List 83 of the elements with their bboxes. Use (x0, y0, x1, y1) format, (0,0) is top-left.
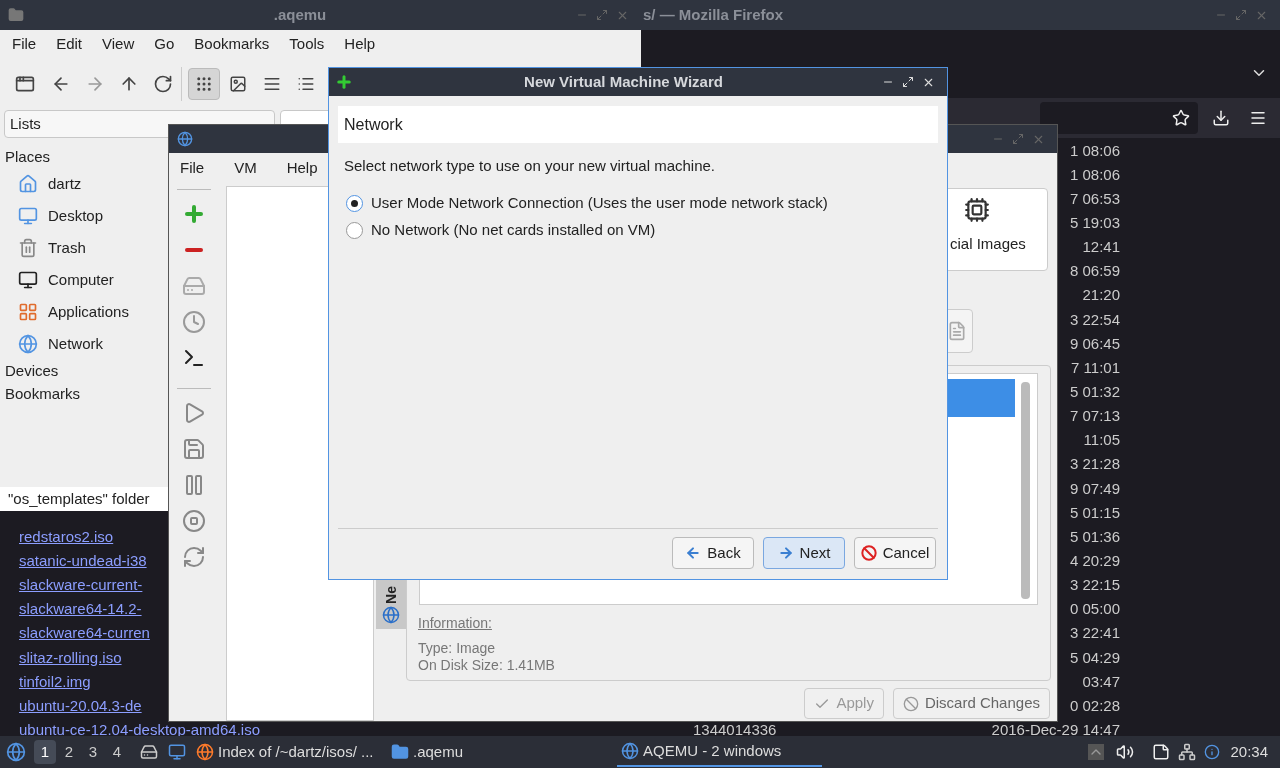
file-date: 5 01:36 (1069, 527, 1120, 545)
file-link[interactable]: ubuntu-ce-12.04-desktop-amd64.iso (19, 720, 260, 738)
menu-item[interactable]: VM (234, 156, 257, 180)
place-item[interactable]: Trash (5, 232, 86, 264)
file-date: 0 02:28 (1069, 696, 1120, 714)
window-title: .aqemu (273, 4, 327, 25)
file-date: 11:05 (1083, 431, 1120, 449)
place-item[interactable]: Desktop (5, 200, 104, 232)
file-date: 7 06:53 (1069, 189, 1120, 207)
menu-item[interactable]: File (12, 33, 37, 56)
place-label: Desktop (48, 205, 104, 226)
file-link[interactable]: slitaz-rolling.iso (19, 648, 122, 666)
info-text: On Disk Size: 1.41MB (418, 657, 555, 674)
file-date: 1 08:06 (1069, 141, 1120, 159)
file-link[interactable]: tinfoil2.img (19, 672, 91, 690)
place-item[interactable]: Network (5, 328, 103, 360)
task-button[interactable]: AQEMU - 2 windows (617, 737, 822, 767)
prompt-text: Select network type to use on your new virtual machine. (344, 156, 717, 176)
page-header: Network (338, 106, 938, 143)
menu-item[interactable]: File (180, 156, 205, 180)
file-date: 5 04:29 (1069, 648, 1120, 666)
file-date: 5 01:15 (1069, 503, 1120, 521)
file-date: 03:47 (1082, 672, 1120, 690)
file-link[interactable]: slackware64-curren (19, 624, 150, 642)
place-item[interactable]: Applications (5, 296, 129, 328)
file-date: 5 01:32 (1069, 382, 1120, 400)
wizard-button[interactable]: Cancel (854, 537, 936, 569)
place-item[interactable]: Computer (5, 264, 114, 296)
file-date: 3 21:28 (1069, 455, 1120, 473)
file-date: 7 11:01 (1071, 358, 1120, 376)
file-date: 12:41 (1082, 238, 1120, 256)
section-heading: Places (5, 147, 51, 167)
window-title: New Virtual Machine Wizard (524, 71, 723, 92)
window-title: s/ — Mozilla Firefox (643, 4, 784, 25)
menu-item[interactable]: Bookmarks (194, 33, 270, 56)
file-date: 1 08:06 (1069, 165, 1120, 183)
file-date: 0 05:00 (1069, 600, 1120, 618)
workspace-button[interactable]: 2 (58, 740, 80, 764)
menu-item[interactable]: Go (154, 33, 175, 56)
file-link[interactable]: ubuntu-20.04.3-de (19, 696, 142, 714)
clock[interactable]: 20:34 (1230, 740, 1268, 764)
info-text: Type: Image (418, 640, 497, 657)
file-link[interactable]: slackware64-14.2- (19, 600, 142, 618)
workspace-button[interactable]: 3 (82, 740, 104, 764)
section-heading: Devices (5, 361, 59, 382)
file-date: 7 07:13 (1069, 407, 1120, 425)
file-date: 4 20:29 (1069, 551, 1120, 569)
file-date: 3 22:15 (1069, 576, 1120, 594)
tab-label: Ne (384, 586, 398, 604)
workspace-button[interactable]: 1 (34, 740, 56, 764)
menu-item[interactable]: Help (286, 156, 318, 180)
file-link[interactable]: satanic-undead-i38 (19, 551, 147, 569)
status-text: "os_templates" folder (0, 487, 168, 511)
file-link[interactable]: slackware-current- (19, 576, 143, 594)
file-date: 9 07:49 (1069, 479, 1120, 497)
place-label: Trash (48, 237, 86, 258)
info-heading: Information: (418, 614, 493, 633)
wizard-button[interactable]: Next (763, 537, 845, 569)
workspace-button[interactable]: 4 (106, 740, 128, 764)
dialog-button[interactable]: Discard Changes (892, 688, 1050, 719)
task-button[interactable]: .aqemu (387, 737, 507, 767)
place-label: Network (48, 333, 103, 354)
file-date: 5 19:03 (1069, 214, 1120, 231)
menu-item[interactable]: Help (344, 33, 376, 56)
menu-item[interactable]: View (102, 33, 135, 56)
place-label: dartz (48, 173, 82, 194)
file-date: 9 06:45 (1069, 334, 1120, 352)
wizard-button[interactable]: Back (672, 537, 754, 569)
file-date: 3 22:54 (1069, 310, 1120, 328)
place-item[interactable]: dartz (5, 168, 82, 200)
place-label: Applications (48, 301, 129, 322)
task-button[interactable]: Index of /~dartz/isos/ ... (192, 737, 387, 767)
menu-item[interactable]: Edit (56, 33, 83, 56)
file-size: 1344014336 (693, 720, 777, 738)
place-label: Computer (48, 269, 114, 290)
card-label: cial Images (950, 234, 1026, 254)
file-date: 2016-Dec-29 14:47 (991, 720, 1120, 738)
section-heading: Bookmarks (5, 384, 81, 405)
menu-item[interactable]: Tools (289, 33, 325, 56)
file-date: 21:20 (1082, 286, 1120, 304)
file-link[interactable]: redstaros2.iso (19, 527, 114, 545)
file-date: 8 06:59 (1069, 262, 1120, 280)
file-date: 3 22:41 (1069, 624, 1120, 642)
